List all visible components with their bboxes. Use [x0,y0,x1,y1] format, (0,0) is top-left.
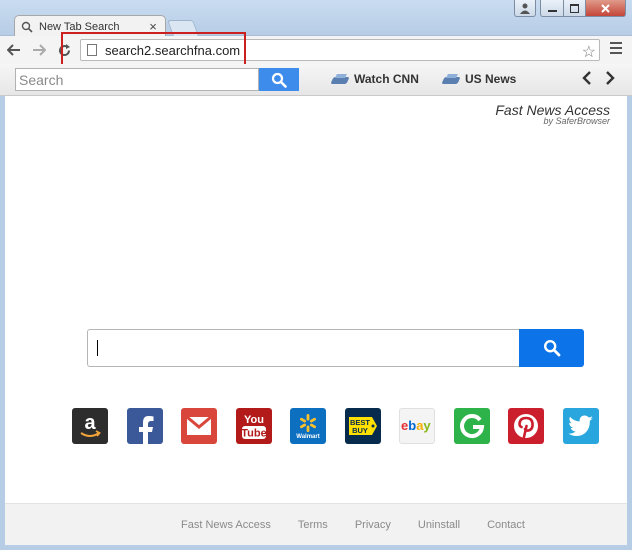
brand-logo: Fast News Access by SaferBrowser [495,102,610,126]
gmail-icon[interactable] [181,408,217,444]
browser-tab[interactable]: New Tab Search × [14,15,166,37]
search-icon [543,339,560,357]
browser-toolbar: search2.searchfna.com ☆ [0,36,632,64]
amazon-icon[interactable]: a [72,408,108,444]
us-news-link[interactable]: US News [441,72,517,86]
user-icon[interactable] [514,0,536,17]
window-frame-right [627,96,632,550]
youtube-icon[interactable]: You Tube [235,408,272,444]
new-tab-button[interactable] [167,20,199,36]
main-search-input[interactable] [87,329,519,367]
maximize-icon[interactable] [564,0,586,17]
footer-link-privacy[interactable]: Privacy [355,519,391,531]
chevron-left-icon[interactable] [582,71,592,90]
extension-toolbar: Watch CNN US News [0,64,632,96]
search-icon [271,72,287,88]
bestbuy-icon[interactable]: BEST BUY [344,408,381,444]
title-bar: New Tab Search × [0,0,632,37]
forward-arrow-icon[interactable] [28,39,50,61]
toolbar-search-input[interactable] [15,68,259,91]
walmart-icon[interactable]: Walmart [290,408,326,444]
reload-icon[interactable] [53,39,75,61]
watch-cnn-label: Watch CNN [354,72,419,86]
footer-links: Fast News Access Terms Privacy Uninstall… [181,519,552,531]
footer-link-contact[interactable]: Contact [487,519,525,531]
youtube-logo-text: You [244,414,264,426]
chrome-menu-icon[interactable] [610,42,622,54]
tv-icon [330,74,350,84]
page-footer: Fast News Access Terms Privacy Uninstall… [5,503,627,545]
text-cursor [97,340,98,356]
minimize-icon[interactable] [540,0,564,17]
close-window-icon[interactable] [586,0,626,17]
page-icon [87,44,97,56]
bookmark-star-icon[interactable]: ☆ [582,42,596,62]
shortcut-tiles: a You Tube Walmart BEST BUY ebay [72,408,617,444]
back-arrow-icon[interactable] [3,39,25,61]
window-controls [514,0,626,17]
twitter-icon[interactable] [562,408,599,444]
tab-title: New Tab Search [39,20,120,33]
svg-text:Tube: Tube [241,428,266,440]
address-bar[interactable]: search2.searchfna.com ☆ [80,39,600,61]
us-news-label: US News [465,72,517,86]
grammarly-icon[interactable] [453,408,490,444]
svg-text:a: a [84,412,96,434]
walmart-label: Walmart [296,433,320,440]
svg-text:BUY: BUY [352,426,368,435]
url-text: search2.searchfna.com [105,42,241,58]
toolbar-search-button[interactable] [259,68,299,91]
search-icon [21,21,33,33]
footer-link-terms[interactable]: Terms [298,519,328,531]
chevron-right-icon[interactable] [605,71,615,90]
footer-link-fast-news-access[interactable]: Fast News Access [181,519,271,531]
svg-text:ebay: ebay [401,418,431,433]
window-frame-bottom [0,545,632,550]
pinterest-icon[interactable] [508,408,544,444]
footer-link-uninstall[interactable]: Uninstall [418,519,460,531]
watch-cnn-link[interactable]: Watch CNN [330,72,419,86]
ebay-icon[interactable]: ebay [399,408,435,444]
main-search-button[interactable] [519,329,584,367]
window-frame-left [0,96,5,550]
news-icon [441,74,461,84]
close-tab-icon[interactable]: × [147,20,159,33]
facebook-icon[interactable] [126,408,163,444]
